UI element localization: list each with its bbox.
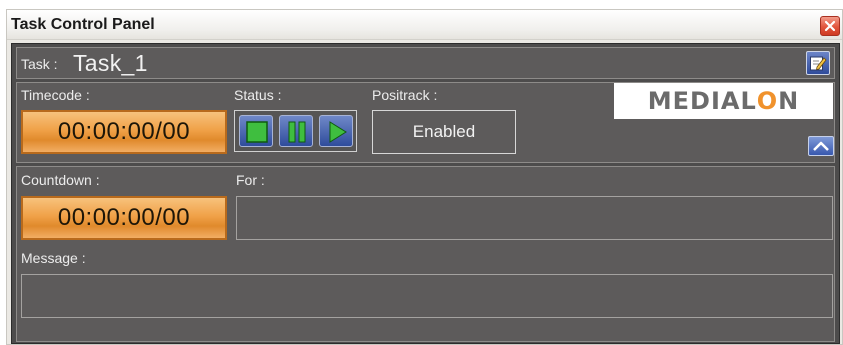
timecode-label: Timecode :: [21, 87, 90, 103]
task-row: Task : Task_1: [16, 47, 835, 79]
countdown-display: 00:00:00/00: [21, 196, 227, 240]
close-button[interactable]: [820, 16, 840, 36]
timecode-section: Timecode : 00:00:00/00 Status : Positrac…: [16, 82, 835, 163]
countdown-section: Countdown : 00:00:00/00 For : Message :: [16, 166, 835, 342]
task-label: Task :: [21, 56, 58, 72]
stop-icon: [246, 121, 268, 143]
positrack-status: Enabled: [372, 110, 516, 154]
play-icon: [329, 121, 347, 143]
positrack-label: Positrack :: [372, 87, 438, 103]
edit-icon: [810, 56, 827, 71]
countdown-label: Countdown :: [21, 172, 100, 188]
collapse-button[interactable]: [808, 136, 834, 156]
logo-text-end: N: [778, 87, 800, 115]
message-label: Message :: [21, 250, 86, 266]
medialon-logo: MEDIAL O N: [614, 83, 833, 119]
status-label: Status :: [234, 87, 282, 103]
for-label: For :: [236, 172, 265, 188]
message-field[interactable]: [21, 274, 833, 318]
stop-button[interactable]: [239, 115, 273, 147]
window-title: Task Control Panel: [11, 16, 155, 33]
logo-text-start: MEDIAL: [647, 87, 757, 115]
for-field[interactable]: [236, 196, 833, 240]
task-control-panel-window: Task Control Panel Task : Task_1 Timecod…: [6, 9, 843, 345]
control-panel-body: Task : Task_1 Timecode : 00:00:00/00 Sta…: [11, 43, 840, 344]
pause-button[interactable]: [279, 115, 313, 147]
edit-task-button[interactable]: [806, 51, 830, 75]
timecode-display: 00:00:00/00: [21, 110, 227, 154]
logo-text-accent: O: [756, 87, 779, 115]
title-bar: Task Control Panel: [7, 10, 842, 40]
play-button[interactable]: [319, 115, 353, 147]
task-name: Task_1: [73, 50, 148, 76]
close-icon: [824, 20, 836, 32]
chevron-up-icon: [813, 141, 829, 151]
pause-icon: [288, 121, 306, 143]
status-controls: [234, 110, 357, 152]
